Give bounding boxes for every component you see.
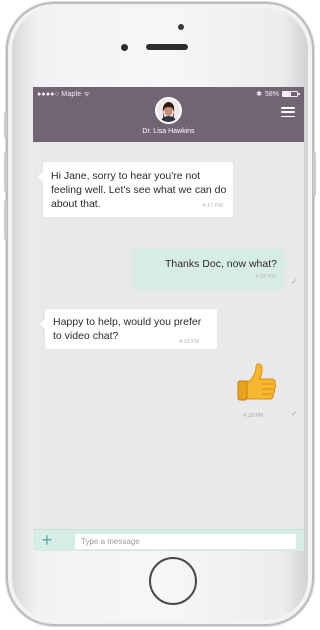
contact-name: Dr. Lisa Hawkins xyxy=(142,128,195,135)
volume-up-button xyxy=(4,152,7,192)
volume-down-button xyxy=(4,200,7,240)
power-button xyxy=(313,152,316,196)
message-bubble-incoming: Hi Jane, sorry to hear you're not feelin… xyxy=(38,162,233,217)
message-bubble-outgoing: Thanks Doc, now what? 4:18 PM xyxy=(132,249,289,289)
message-bubble-incoming: Happy to help, would you prefer to video… xyxy=(40,309,217,349)
sensor-icon xyxy=(121,44,128,51)
earpiece-speaker xyxy=(146,44,188,50)
plus-icon[interactable]: + xyxy=(39,531,55,549)
message-input[interactable] xyxy=(75,534,296,549)
message-time: 4:17 PM xyxy=(202,203,223,209)
home-button[interactable] xyxy=(149,557,197,605)
message-time: 4:18 PM xyxy=(255,274,276,280)
carrier-label: ●●●●○ Maple ᯤ xyxy=(37,91,91,98)
bluetooth-icon: ✱ xyxy=(256,91,262,98)
mute-switch xyxy=(4,112,7,138)
message-time: 4:19 PM xyxy=(243,413,264,419)
front-camera-icon xyxy=(178,24,184,30)
thumbs-up-icon xyxy=(235,363,279,403)
hamburger-menu-icon[interactable] xyxy=(281,107,295,117)
battery-level xyxy=(283,92,292,96)
app-screen: ●●●●○ Maple ᯤ ✱ 58% Dr. Lisa Hawkins Hi … xyxy=(33,87,304,551)
battery-percent: 58% xyxy=(264,90,279,98)
doctor-portrait-icon xyxy=(157,99,180,122)
message-time: 4:19 PM xyxy=(179,339,200,345)
battery-icon xyxy=(282,91,300,97)
check-icon: ✓ xyxy=(291,277,298,286)
check-icon: ✓ xyxy=(291,409,298,418)
message-text: Thanks Doc, now what? xyxy=(164,258,277,270)
status-right-group: ✱ 58% xyxy=(256,90,300,98)
avatar[interactable] xyxy=(157,99,180,122)
composer-bar: + xyxy=(33,529,304,551)
chat-header: ●●●●○ Maple ᯤ ✱ 58% Dr. Lisa Hawkins xyxy=(33,87,304,142)
